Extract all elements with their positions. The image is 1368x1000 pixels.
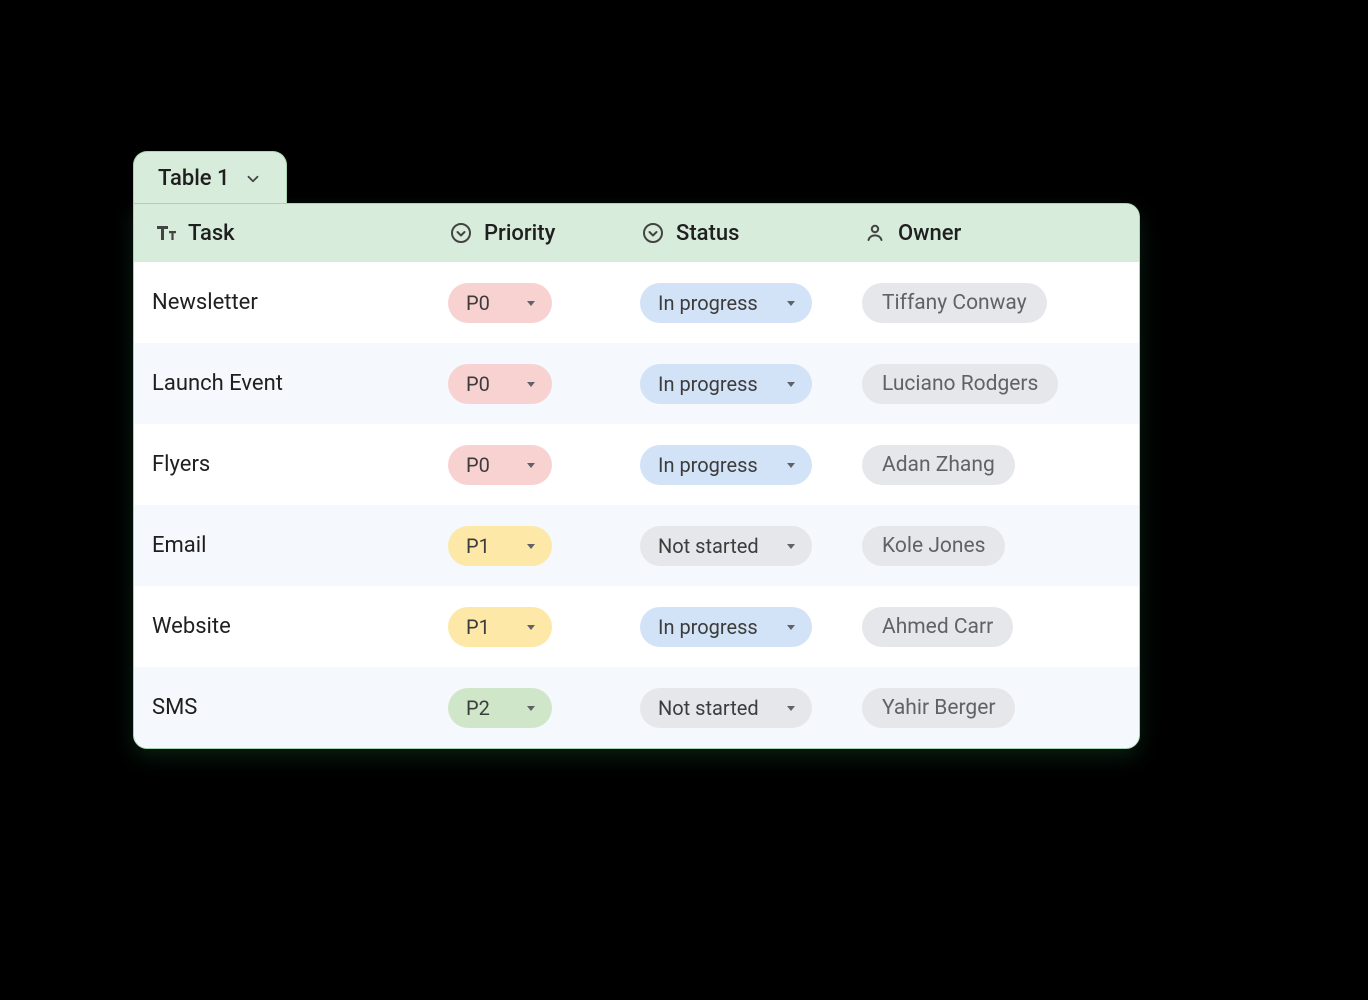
caret-down-icon [786, 298, 796, 308]
status-pill[interactable]: In progress [640, 283, 812, 323]
owner-pill: Ahmed Carr [862, 607, 1013, 647]
column-header-priority[interactable]: Priority [434, 204, 626, 262]
status-value: Not started [658, 696, 759, 720]
priority-pill[interactable]: P0 [448, 283, 552, 323]
table-row: Email P1 Not started Kole Jones [134, 505, 1139, 586]
owner-pill: Luciano Rodgers [862, 364, 1058, 404]
caret-down-icon [786, 460, 796, 470]
owner-value: Ahmed Carr [882, 615, 993, 639]
priority-value: P2 [466, 696, 490, 720]
status-pill[interactable]: In progress [640, 364, 812, 404]
column-label: Status [676, 221, 739, 246]
owner-pill: Adan Zhang [862, 445, 1015, 485]
column-label: Task [188, 221, 235, 246]
table-row: Flyers P0 In progress Adan Zhang [134, 424, 1139, 505]
column-header-task[interactable]: Task [134, 204, 434, 262]
owner-value: Tiffany Conway [882, 291, 1027, 315]
status-value: In progress [658, 615, 758, 639]
owner-pill: Yahir Berger [862, 688, 1015, 728]
status-value: Not started [658, 534, 759, 558]
status-value: In progress [658, 291, 758, 315]
owner-value: Adan Zhang [882, 453, 995, 477]
owner-value: Yahir Berger [882, 696, 995, 720]
chevron-down-icon [244, 170, 262, 188]
dropdown-circle-icon [640, 220, 666, 246]
table-row: Newsletter P0 In progress Tiffany Conway [134, 262, 1139, 343]
column-label: Priority [484, 221, 555, 246]
task-cell: Website [152, 614, 231, 639]
column-header-owner[interactable]: Owner [848, 204, 1139, 262]
priority-value: P0 [466, 291, 490, 315]
task-cell: Flyers [152, 452, 210, 477]
table-row: Website P1 In progress Ahmed Carr [134, 586, 1139, 667]
priority-value: P0 [466, 453, 490, 477]
table-panel: Task Priority Status Owner New [133, 203, 1140, 749]
caret-down-icon [526, 541, 536, 551]
priority-pill[interactable]: P0 [448, 445, 552, 485]
status-pill[interactable]: In progress [640, 445, 812, 485]
caret-down-icon [526, 703, 536, 713]
owner-pill: Kole Jones [862, 526, 1005, 566]
text-icon [152, 220, 178, 246]
owner-value: Kole Jones [882, 534, 985, 558]
priority-pill[interactable]: P2 [448, 688, 552, 728]
status-value: In progress [658, 372, 758, 396]
caret-down-icon [786, 703, 796, 713]
priority-pill[interactable]: P0 [448, 364, 552, 404]
column-label: Owner [898, 221, 961, 246]
caret-down-icon [526, 622, 536, 632]
person-icon [862, 220, 888, 246]
task-cell: Launch Event [152, 371, 283, 396]
priority-value: P1 [466, 534, 490, 558]
priority-pill[interactable]: P1 [448, 607, 552, 647]
table-tab-label: Table 1 [158, 166, 230, 191]
priority-value: P0 [466, 372, 490, 396]
table-header: Task Priority Status Owner [134, 204, 1139, 262]
dropdown-circle-icon [448, 220, 474, 246]
table-row: Launch Event P0 In progress Luciano Rodgers [134, 343, 1139, 424]
caret-down-icon [526, 379, 536, 389]
caret-down-icon [786, 622, 796, 632]
column-header-status[interactable]: Status [626, 204, 848, 262]
table-body: Newsletter P0 In progress Tiffany Conway Lau… [134, 262, 1139, 748]
table-row: SMS P2 Not started Yahir Berger [134, 667, 1139, 748]
table-tab[interactable]: Table 1 [133, 151, 287, 203]
priority-value: P1 [466, 615, 490, 639]
owner-value: Luciano Rodgers [882, 372, 1038, 396]
owner-pill: Tiffany Conway [862, 283, 1047, 323]
caret-down-icon [526, 460, 536, 470]
task-cell: Newsletter [152, 290, 258, 315]
caret-down-icon [786, 379, 796, 389]
caret-down-icon [786, 541, 796, 551]
status-pill[interactable]: In progress [640, 607, 812, 647]
priority-pill[interactable]: P1 [448, 526, 552, 566]
status-pill[interactable]: Not started [640, 526, 812, 566]
task-cell: SMS [152, 695, 197, 720]
caret-down-icon [526, 298, 536, 308]
status-value: In progress [658, 453, 758, 477]
task-cell: Email [152, 533, 206, 558]
status-pill[interactable]: Not started [640, 688, 812, 728]
